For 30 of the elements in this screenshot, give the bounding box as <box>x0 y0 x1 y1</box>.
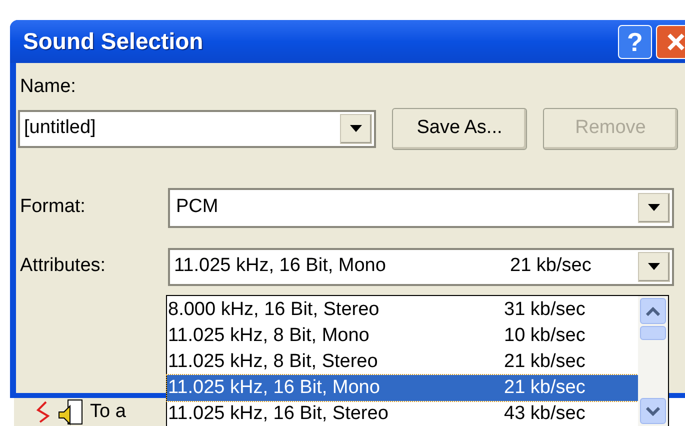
window-title: Sound Selection <box>23 27 204 56</box>
name-combo-box[interactable]: [untitled] <box>18 110 376 148</box>
dropdown-button[interactable] <box>638 252 670 282</box>
close-button[interactable] <box>656 24 685 58</box>
scroll-up-button[interactable] <box>640 298 666 324</box>
chevron-down-icon <box>646 406 660 416</box>
list-option[interactable]: 11.025 kHz, 8 Bit, Stereo 21 kb/sec <box>167 349 638 375</box>
list-option[interactable]: 8.000 kHz, 16 Bit, Stereo 31 kb/sec <box>167 297 638 323</box>
attributes-combo-box[interactable]: 11.025 kHz, 16 Bit, Mono 21 kb/sec <box>168 248 674 286</box>
background-text: To a <box>90 400 126 424</box>
dropdown-arrow-icon <box>648 204 660 211</box>
format-combo-box[interactable]: PCM <box>168 188 674 228</box>
scroll-thumb[interactable] <box>640 326 666 340</box>
attributes-label: Attributes: <box>20 254 107 278</box>
chevron-up-icon <box>646 306 660 316</box>
list-option[interactable]: 11.025 kHz, 16 Bit, Stereo 43 kb/sec <box>167 401 638 426</box>
question-mark-icon: ? <box>627 28 643 54</box>
format-label: Format: <box>20 195 86 220</box>
dropdown-arrow-icon <box>648 263 660 270</box>
scrollbar[interactable] <box>638 296 668 426</box>
dropdown-arrow-icon <box>350 125 362 132</box>
name-label: Name: <box>20 75 77 99</box>
list-option[interactable]: 11.025 kHz, 8 Bit, Mono 10 kb/sec <box>167 323 638 349</box>
dropdown-button[interactable] <box>340 114 372 144</box>
list-option[interactable]: 11.025 kHz, 16 Bit, Mono 21 kb/sec <box>167 375 638 401</box>
scroll-down-button[interactable] <box>640 398 666 424</box>
save-as-button[interactable]: Save As... <box>392 108 527 150</box>
close-icon <box>666 32 685 52</box>
dropdown-button[interactable] <box>638 192 670 222</box>
help-button[interactable]: ? <box>618 24 652 58</box>
